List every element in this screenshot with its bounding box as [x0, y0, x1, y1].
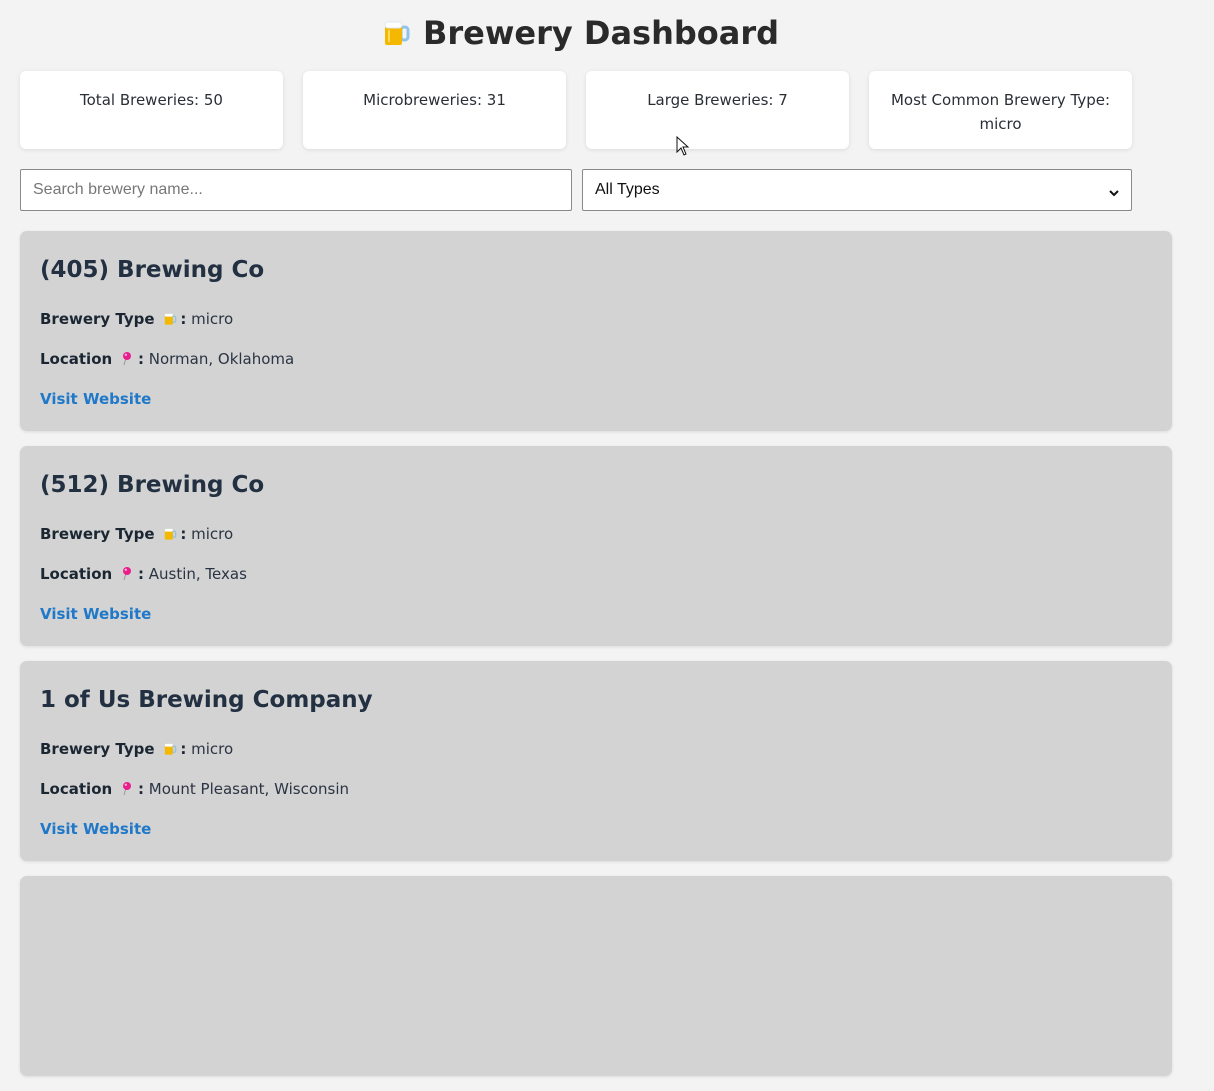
brewery-location-label: Location	[40, 350, 113, 368]
brewery-card	[20, 876, 1172, 1076]
stat-microbreweries: Microbreweries: 31	[303, 71, 566, 149]
brewery-card: (512) Brewing Co Brewery Type : micro Lo…	[20, 446, 1172, 646]
brewery-location-value: Austin, Texas	[148, 565, 247, 583]
brewery-name: (405) Brewing Co	[40, 257, 265, 283]
brewery-type-label: Brewery Type	[40, 310, 155, 328]
brewery-type-label: Brewery Type	[40, 525, 155, 543]
brewery-type-row: Brewery Type : micro	[40, 525, 233, 545]
page-title: Brewery Dashboard	[0, 14, 1160, 56]
stats-bar: Total Breweries: 50 Microbreweries: 31 L…	[20, 71, 1132, 149]
colon: :	[180, 310, 187, 328]
brewery-name: (512) Brewing Co	[40, 472, 265, 498]
beer-mug-icon	[163, 742, 177, 760]
search-input[interactable]	[20, 169, 572, 211]
brewery-location-value: Mount Pleasant, Wisconsin	[148, 780, 350, 798]
brewery-list: (405) Brewing Co Brewery Type : micro Lo…	[20, 231, 1172, 1091]
pushpin-icon	[121, 782, 135, 800]
colon: :	[137, 350, 144, 368]
brewery-type-label: Brewery Type	[40, 740, 155, 758]
colon: :	[180, 525, 187, 543]
brewery-card: (405) Brewing Co Brewery Type : micro Lo…	[20, 231, 1172, 431]
brewery-location-value: Norman, Oklahoma	[148, 350, 295, 368]
brewery-location-row: Location : Austin, Texas	[40, 565, 247, 585]
brewery-location-row: Location : Norman, Oklahoma	[40, 350, 294, 370]
brewery-location-label: Location	[40, 565, 113, 583]
brewery-type-row: Brewery Type : micro	[40, 310, 233, 330]
colon: :	[137, 565, 144, 583]
visit-website-link[interactable]: Visit Website	[40, 390, 151, 408]
brewery-location-row: Location : Mount Pleasant, Wisconsin	[40, 780, 349, 800]
brewery-type-value: micro	[191, 525, 234, 543]
stat-total-breweries: Total Breweries: 50	[20, 71, 283, 149]
beer-mug-icon	[163, 527, 177, 545]
colon: :	[137, 780, 144, 798]
visit-website-link[interactable]: Visit Website	[40, 820, 151, 838]
type-select-value: All Types	[595, 181, 660, 198]
beer-mug-icon	[381, 18, 411, 56]
pushpin-icon	[121, 352, 135, 370]
chevron-down-icon	[1109, 185, 1119, 197]
mouse-cursor-icon	[676, 135, 690, 160]
stat-large-breweries: Large Breweries: 7	[586, 71, 849, 149]
colon: :	[180, 740, 187, 758]
brewery-location-label: Location	[40, 780, 113, 798]
beer-mug-icon	[163, 312, 177, 330]
brewery-card: 1 of Us Brewing Company Brewery Type : m…	[20, 661, 1172, 861]
brewery-type-value: micro	[191, 740, 234, 758]
pushpin-icon	[121, 567, 135, 585]
page-title-text: Brewery Dashboard	[422, 14, 780, 52]
type-select[interactable]: All Types	[582, 169, 1132, 211]
brewery-type-value: micro	[191, 310, 234, 328]
brewery-type-row: Brewery Type : micro	[40, 740, 233, 760]
stat-most-common-type: Most Common Brewery Type: micro	[869, 71, 1132, 149]
visit-website-link[interactable]: Visit Website	[40, 605, 151, 623]
brewery-name: 1 of Us Brewing Company	[40, 687, 373, 713]
